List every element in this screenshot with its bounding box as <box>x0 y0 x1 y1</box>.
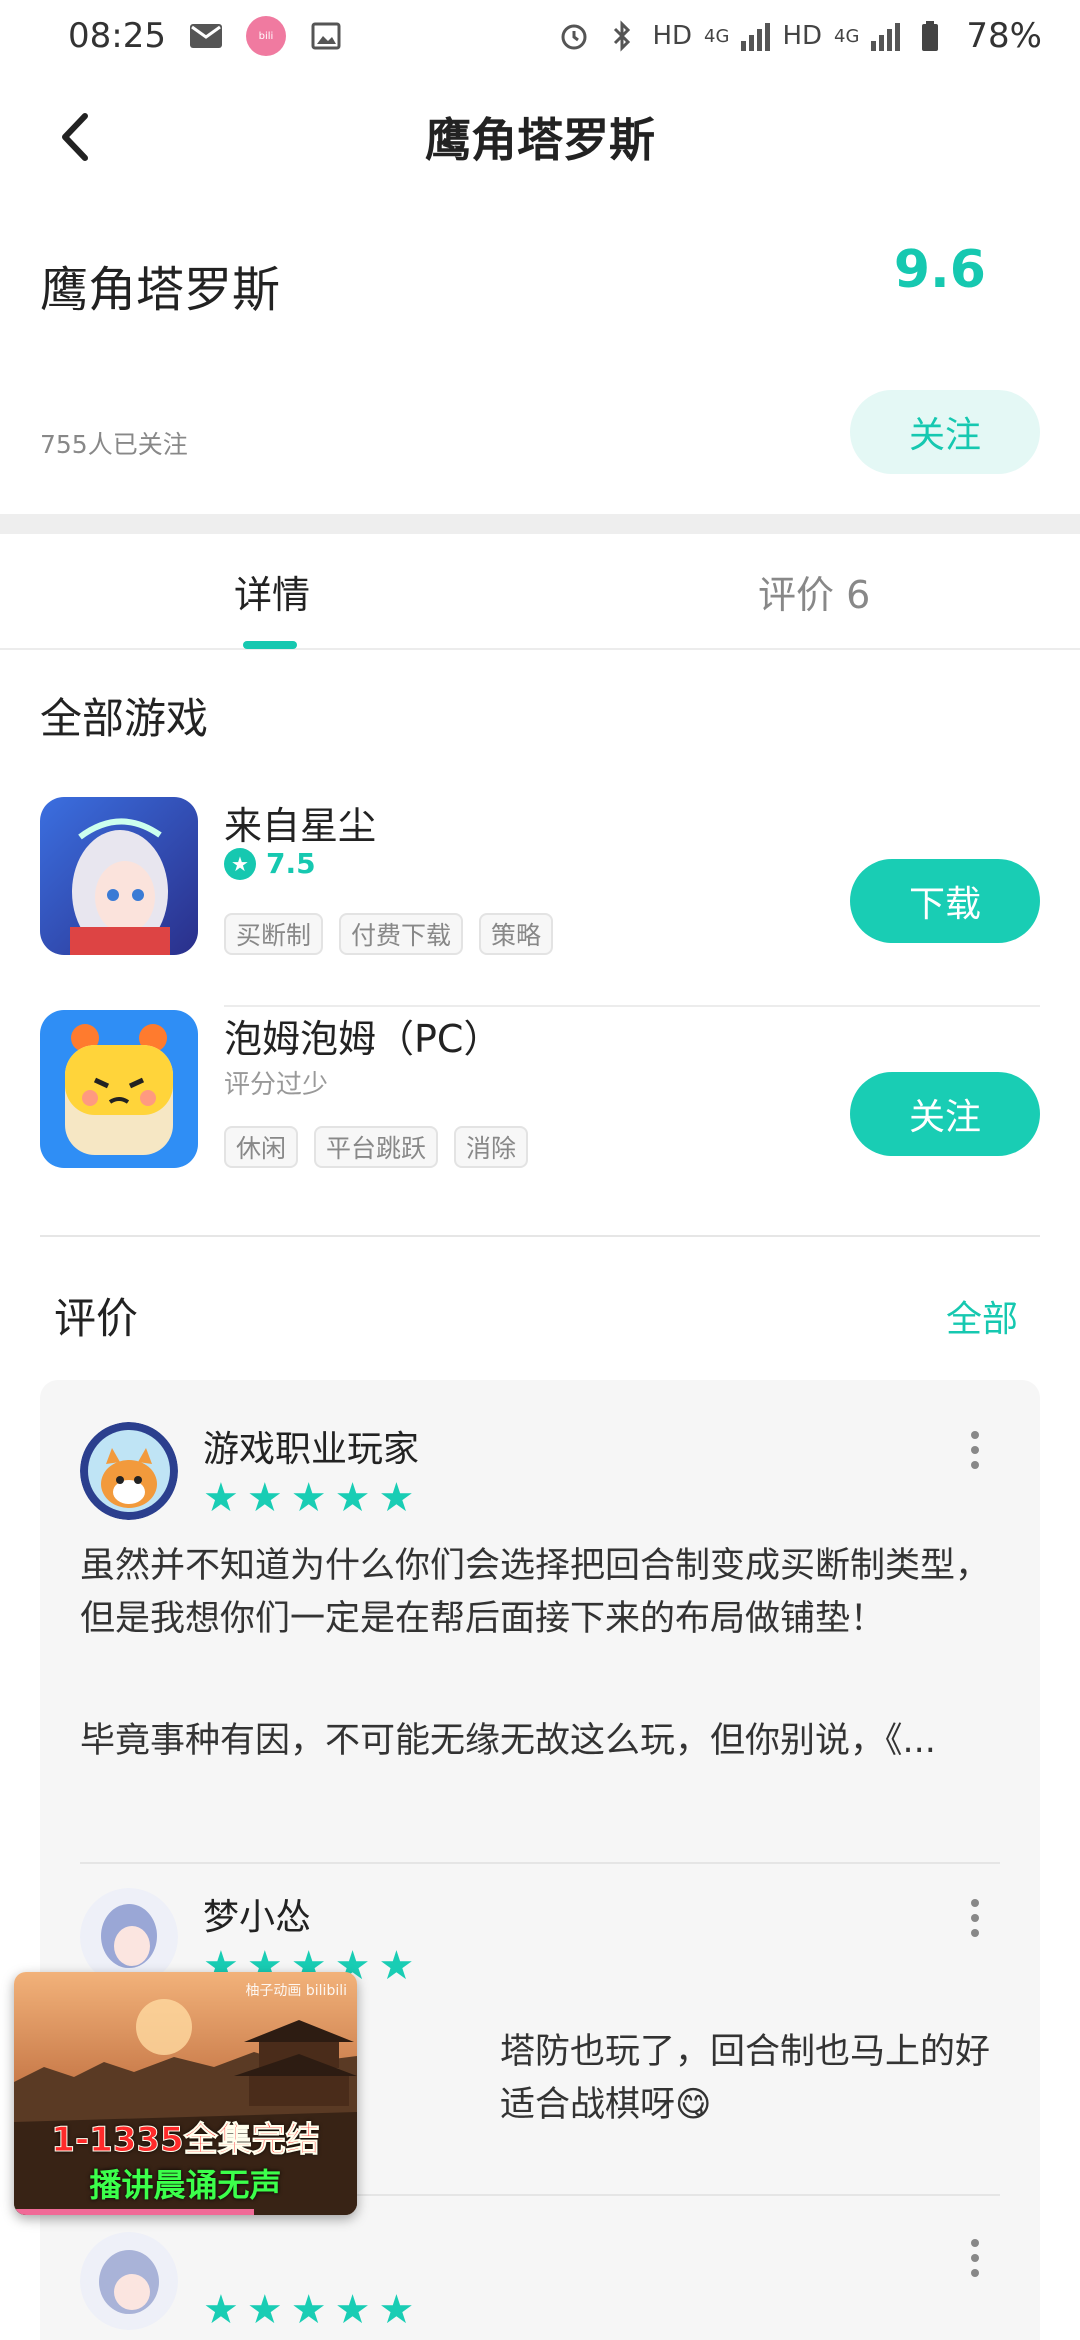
video-caption-title: 1-1335全集完结 <box>51 2120 320 2161</box>
reviews-heading: 评价 <box>54 1294 139 1343</box>
avatar[interactable] <box>80 2232 178 2330</box>
game-tag[interactable]: 付费下载 <box>339 913 464 955</box>
tag-header: 鹰角塔罗斯 9.6 755人已关注 关注 <box>0 210 1080 510</box>
video-progress-bar <box>14 2209 255 2215</box>
review-divider <box>80 1862 1000 1864</box>
bluetooth-icon <box>604 18 640 54</box>
floating-video-player[interactable]: 柚子动画 bilibili 1-1335全集完结 播讲晨诵无声 <box>14 1972 357 2215</box>
game-item-pompom[interactable]: 泡姆泡姆（PC） 评分过少 休闲 平台跳跃 消除 关注 <box>0 1008 1080 1220</box>
status-time: 08:25 <box>68 16 166 56</box>
review-stars: ★ ★ ★ ★ ★ <box>203 2290 414 2330</box>
signal-icon-2 <box>871 21 901 51</box>
view-all-reviews-link[interactable]: 全部 <box>946 1290 1018 1342</box>
video-watermark: 柚子动画 bilibili <box>245 1983 347 1999</box>
review-text[interactable]: 塔防也玩了，回合制也马上的好适合战棋呀😋 <box>500 2026 1000 2132</box>
review-stars: ★ ★ ★ ★ ★ <box>203 1478 414 1518</box>
star-icon: ★ <box>334 1475 371 1521</box>
game-tag[interactable]: 消除 <box>454 1126 529 1168</box>
star-icon: ★ <box>203 2287 239 2333</box>
review-text[interactable]: 毕竟事种有因，不可能无缘无故这么玩，但你别说，《... <box>80 1715 1000 1768</box>
section-separator <box>0 514 1080 534</box>
game-tags: 休闲 平台跳跃 消除 <box>224 1126 529 1168</box>
reviewer-name[interactable]: 游戏职业玩家 <box>203 1420 419 1472</box>
gallery-icon <box>308 18 344 54</box>
game-icon-pompom[interactable] <box>40 1010 198 1168</box>
star-icon: ★ <box>334 2287 371 2333</box>
review-text[interactable]: 虽然并不知道为什么你们会选择把回合制变成买断制类型，但是我想你们一定是在帮后面接… <box>80 1540 1000 1646</box>
bilibili-icon: bili <box>245 16 286 56</box>
follow-game-button[interactable]: 关注 <box>850 1072 1040 1156</box>
rating-value: 7.5 <box>266 847 316 880</box>
more-options-icon[interactable] <box>960 1420 990 1480</box>
star-icon: ★ <box>378 1475 415 1521</box>
mail-icon <box>188 18 224 54</box>
reviewer-name[interactable]: 梦小怂 <box>203 1888 311 1940</box>
tab-details[interactable]: 详情 <box>234 564 310 619</box>
star-icon: ★ <box>246 1475 283 1521</box>
rating-star-icon: ★ <box>224 847 256 880</box>
game-rating-insufficient: 评分过少 <box>224 1070 329 1100</box>
row-divider <box>224 1005 1040 1007</box>
follow-tag-button[interactable]: 关注 <box>850 390 1040 474</box>
game-name[interactable]: 来自星尘 <box>224 795 376 850</box>
more-options-icon[interactable] <box>960 2228 990 2288</box>
network-label-1: HD <box>652 21 693 51</box>
tag-score: 9.6 <box>893 240 986 300</box>
avatar[interactable] <box>80 1422 178 1520</box>
follower-count: 755人已关注 <box>40 430 188 459</box>
star-icon: ★ <box>290 1475 327 1521</box>
game-rating: ★ 7.5 <box>224 847 316 880</box>
battery-percent: 78% <box>966 16 1042 56</box>
alarm-icon <box>556 18 592 54</box>
all-games-heading: 全部游戏 <box>40 694 209 743</box>
game-tag[interactable]: 策略 <box>479 913 554 955</box>
game-tag[interactable]: 平台跳跃 <box>314 1126 439 1168</box>
active-tab-indicator <box>243 641 297 649</box>
signal-icon-1 <box>741 21 771 51</box>
game-icon-from-stardust[interactable] <box>40 797 198 955</box>
video-caption-subtitle: 播讲晨诵无声 <box>89 2166 282 2204</box>
star-icon: ★ <box>290 2287 327 2333</box>
status-bar: 08:25 bili HD 4G HD 4G 78% <box>0 0 1080 72</box>
top-navigation-bar: 鹰角塔罗斯 <box>0 72 1080 202</box>
tab-reviews[interactable]: 评价 6 <box>758 564 870 619</box>
star-icon: ★ <box>378 1943 415 1989</box>
network-type-2: 4G <box>834 25 860 47</box>
star-icon: ★ <box>378 2287 415 2333</box>
star-icon: ★ <box>246 2287 283 2333</box>
more-options-icon[interactable] <box>960 1888 990 1948</box>
game-name[interactable]: 泡姆泡姆（PC） <box>224 1008 501 1063</box>
tab-bar: 详情 评价 6 <box>0 534 1080 650</box>
page-title: 鹰角塔罗斯 <box>425 113 655 167</box>
game-tags: 买断制 付费下载 策略 <box>224 913 554 955</box>
game-tag[interactable]: 买断制 <box>224 913 324 955</box>
section-divider <box>40 1235 1040 1237</box>
battery-icon <box>912 18 948 54</box>
game-item-from-stardust[interactable]: 来自星尘 ★ 7.5 买断制 付费下载 策略 下载 <box>0 795 1080 1007</box>
tag-title: 鹰角塔罗斯 <box>40 262 281 318</box>
star-icon: ★ <box>203 1475 239 1521</box>
back-icon[interactable] <box>44 102 104 172</box>
network-label-2: HD <box>782 21 823 51</box>
game-tag[interactable]: 休闲 <box>224 1126 299 1168</box>
download-button[interactable]: 下载 <box>850 859 1040 943</box>
network-type-1: 4G <box>704 25 730 47</box>
